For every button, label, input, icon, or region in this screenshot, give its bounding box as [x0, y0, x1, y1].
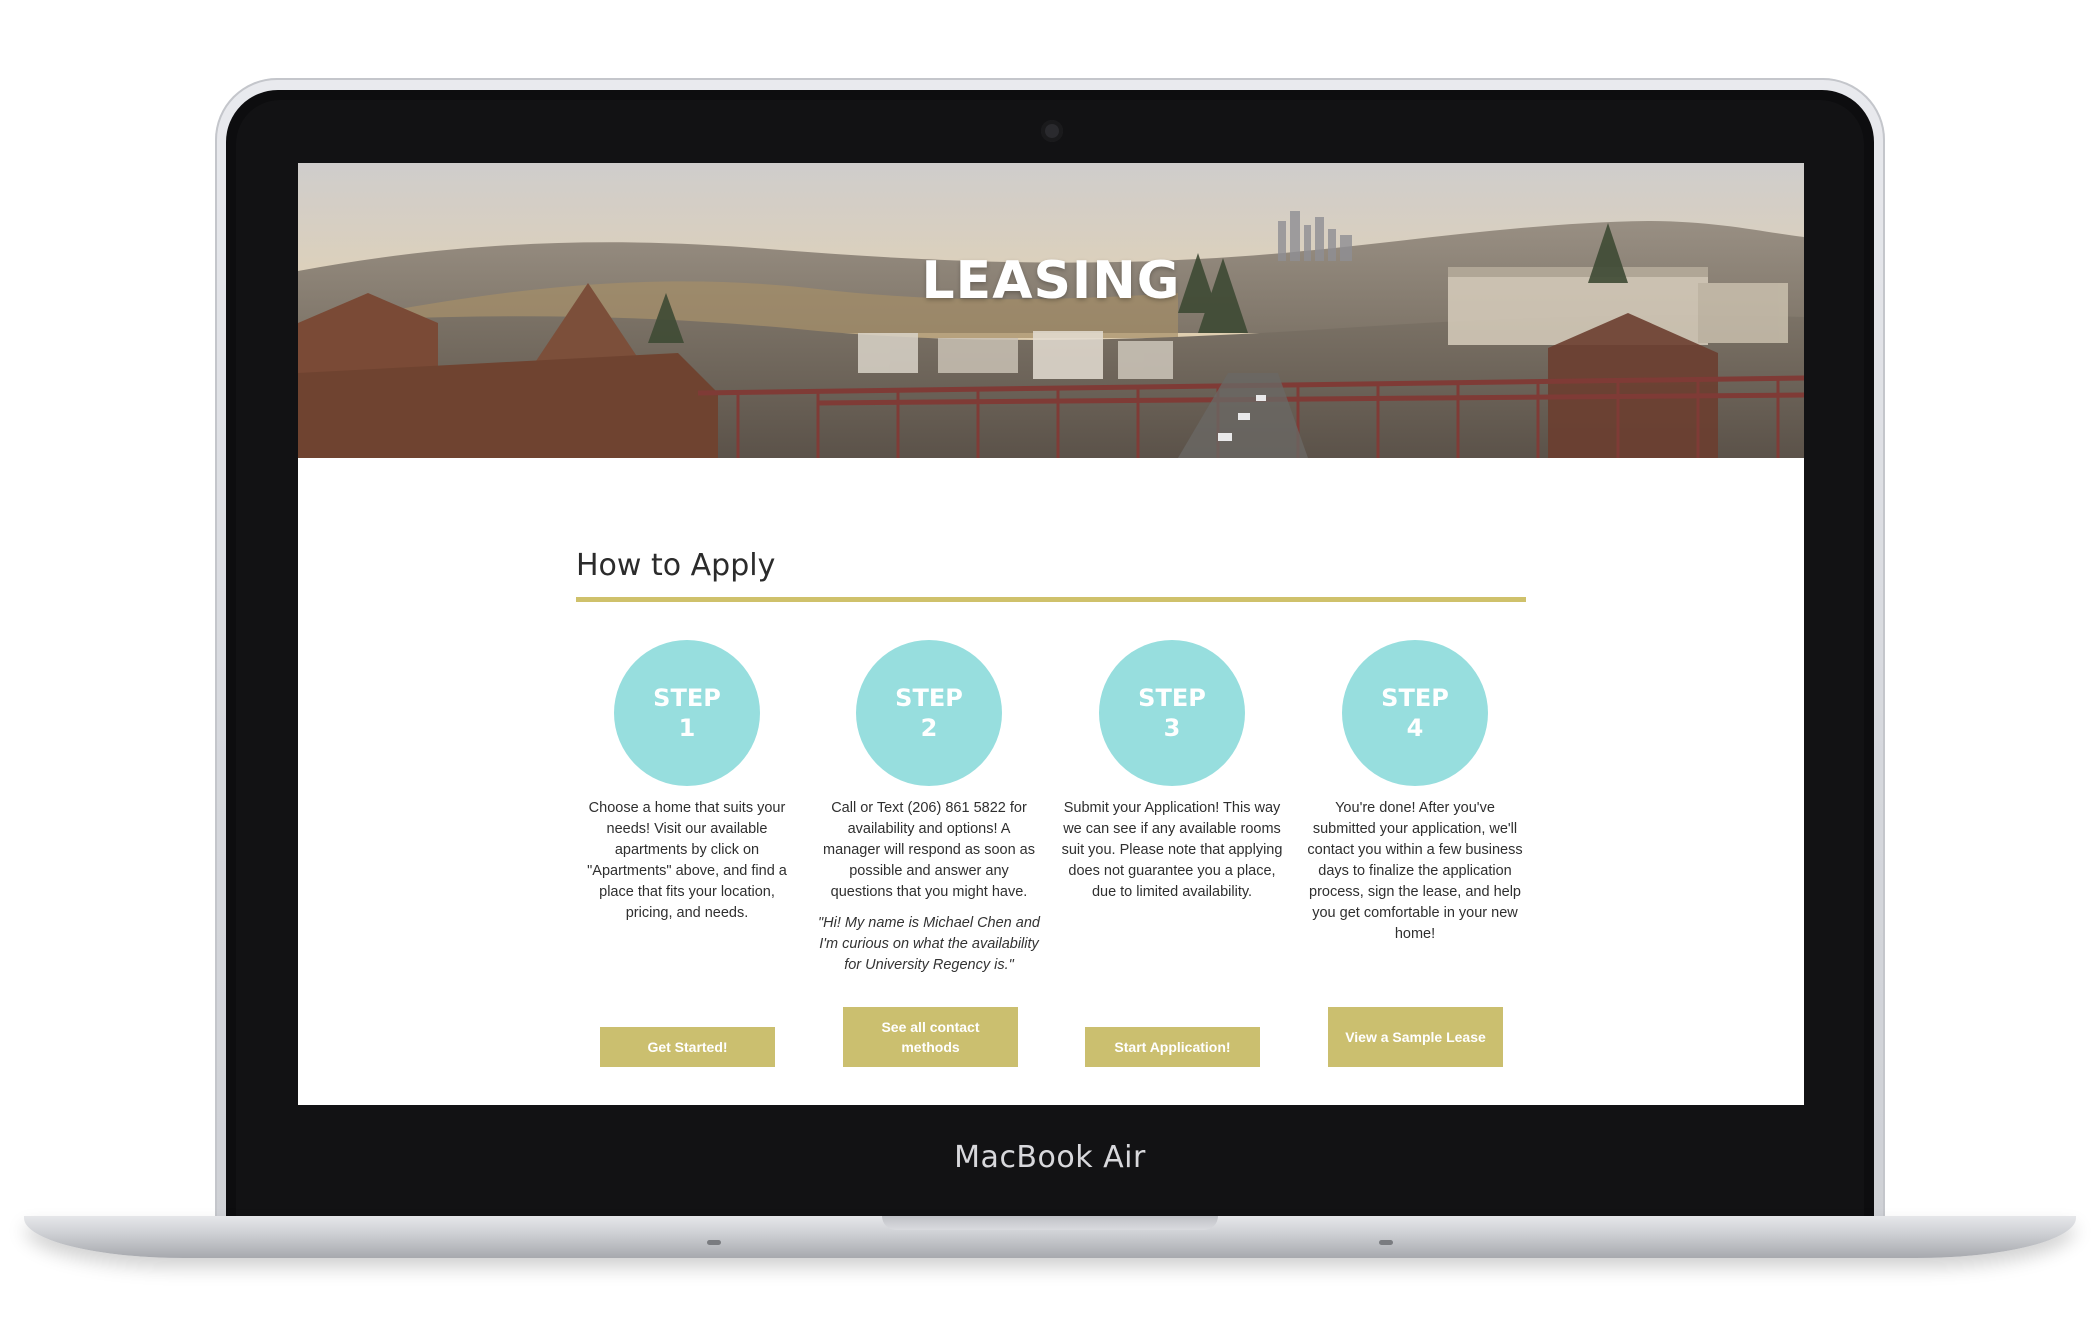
steps-row: STEP 1 Choose a home that suits your nee…: [576, 640, 1526, 1100]
how-to-apply-section: How to Apply STEP 1 Choose a home that s…: [576, 548, 1526, 1067]
step-3-text: Submit your Application! This way we can…: [1061, 800, 1283, 900]
get-started-button[interactable]: Get Started!: [600, 1027, 775, 1067]
start-application-button[interactable]: Start Application!: [1085, 1027, 1260, 1067]
hero-title: LEASING: [921, 251, 1181, 311]
step-2-text: Call or Text (206) 861 5822 for availabi…: [823, 800, 1035, 900]
laptop-hinge-notch: [882, 1216, 1218, 1230]
step-2-label: STEP: [895, 684, 963, 712]
step-1-description: Choose a home that suits your needs! Vis…: [576, 798, 798, 924]
laptop-foot-left: [707, 1240, 721, 1245]
device-label: MacBook Air: [954, 1140, 1146, 1175]
step-4-circle: STEP 4: [1342, 640, 1488, 786]
section-title-underline: [576, 597, 1526, 602]
browser-viewport: LEASING How to Apply STEP 1 Choose a hom…: [298, 163, 1804, 1105]
step-4: STEP 4 You're done! After you've submitt…: [1304, 640, 1526, 1100]
step-2-number: 2: [920, 714, 938, 742]
step-3: STEP 3 Submit your Application! This way…: [1061, 640, 1283, 1100]
step-3-number: 3: [1163, 714, 1181, 742]
step-4-description: You're done! After you've submitted your…: [1304, 798, 1526, 945]
step-2: STEP 2 Call or Text (206) 861 5822 for a…: [818, 640, 1040, 1100]
step-2-description: Call or Text (206) 861 5822 for availabi…: [818, 798, 1040, 976]
hero-banner: LEASING: [298, 163, 1804, 458]
step-4-number: 4: [1406, 714, 1424, 742]
view-sample-lease-button[interactable]: View a Sample Lease: [1328, 1007, 1503, 1067]
step-2-circle: STEP 2: [856, 640, 1002, 786]
step-3-label: STEP: [1138, 684, 1206, 712]
see-contact-methods-button[interactable]: See all contact methods: [843, 1007, 1018, 1067]
step-1-number: 1: [678, 714, 696, 742]
step-2-example-quote: "Hi! My name is Michael Chen and I'm cur…: [818, 915, 1040, 973]
section-title: How to Apply: [576, 548, 776, 583]
step-3-description: Submit your Application! This way we can…: [1061, 798, 1283, 903]
step-1-text: Choose a home that suits your needs! Vis…: [587, 800, 787, 921]
camera-icon: [1041, 120, 1063, 142]
step-4-label: STEP: [1381, 684, 1449, 712]
step-1-label: STEP: [653, 684, 721, 712]
laptop-foot-right: [1379, 1240, 1393, 1245]
step-1: STEP 1 Choose a home that suits your nee…: [576, 640, 798, 1100]
step-1-circle: STEP 1: [614, 640, 760, 786]
step-3-circle: STEP 3: [1099, 640, 1245, 786]
step-4-text: You're done! After you've submitted your…: [1307, 800, 1523, 942]
